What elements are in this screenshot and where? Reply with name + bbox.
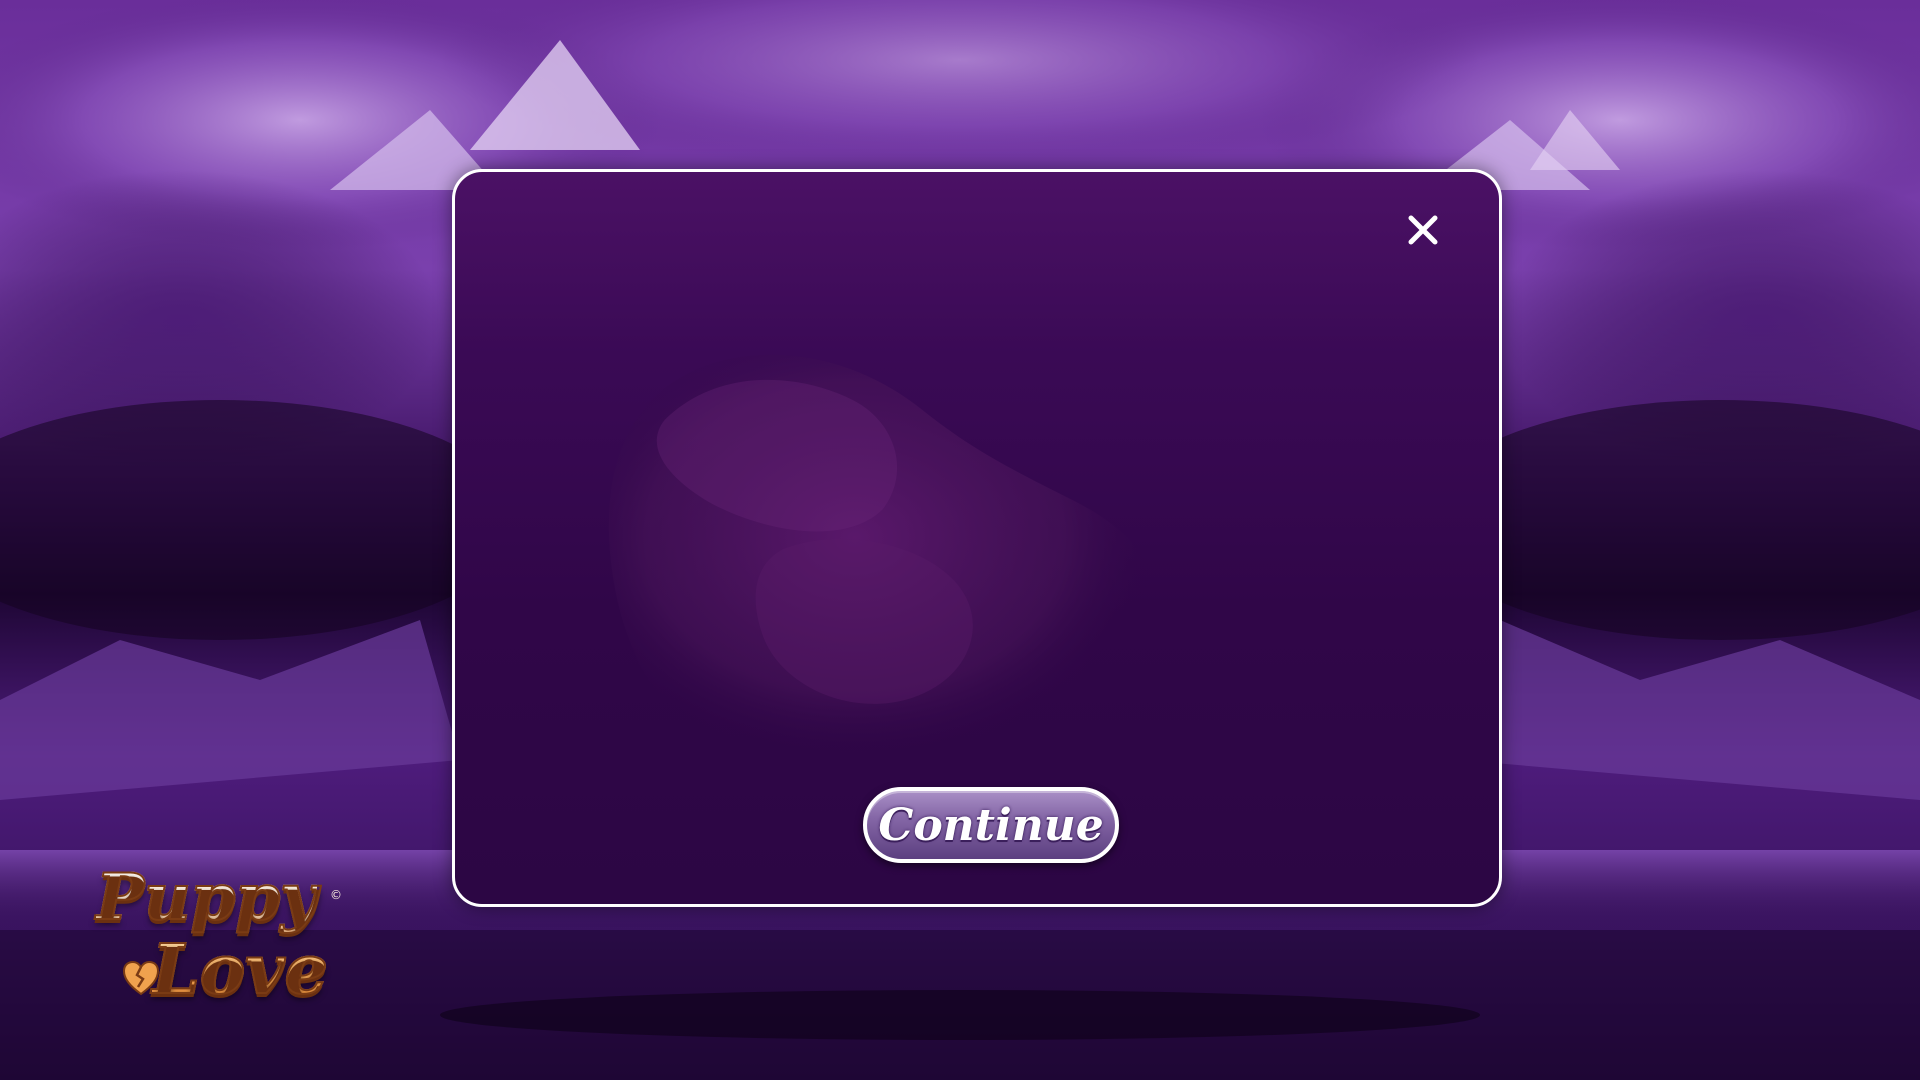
game-scene: Continue Puppy © Love: [0, 0, 1920, 1080]
game-logo: Puppy © Love: [92, 859, 352, 1030]
continue-button-label: Continue: [878, 799, 1104, 851]
logo-text-puppy: Puppy: [95, 859, 318, 936]
close-button[interactable]: [1403, 210, 1443, 250]
logo-copyright: ©: [330, 888, 342, 902]
continue-button[interactable]: Continue: [863, 787, 1119, 863]
logo-text-love: Love: [151, 929, 329, 1011]
dialog-panel: Continue: [452, 169, 1502, 907]
close-icon: [1408, 215, 1438, 245]
